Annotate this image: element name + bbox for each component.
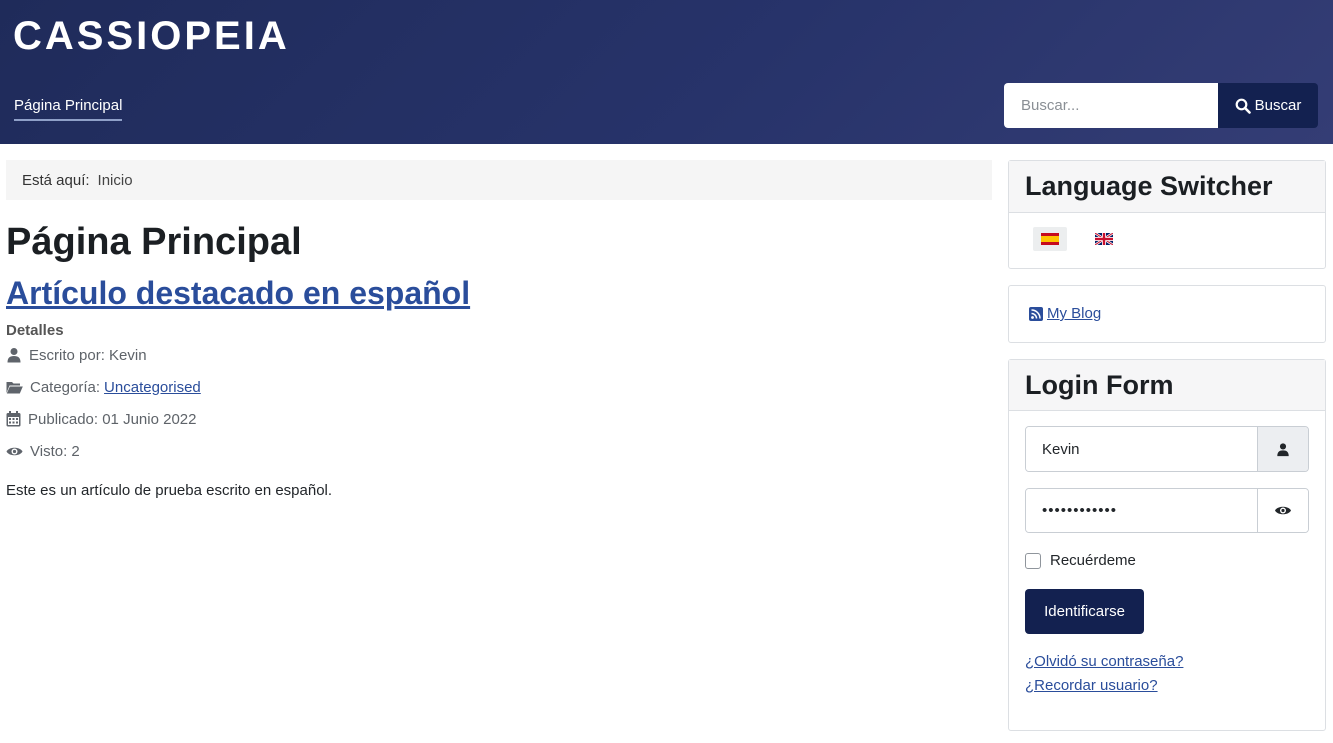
search-input[interactable] [1004,83,1219,128]
blog-link-row: My Blog [1029,305,1101,322]
site-brand[interactable]: CASSIOPEIA [13,14,290,58]
meta-views-text: Visto: 2 [30,442,80,460]
language-switcher-title: Language Switcher [1009,161,1325,213]
breadcrumb: Está aquí: Inicio [6,160,992,200]
meta-category: Categoría: Uncategorised [6,376,201,398]
remember-me-row: Recuérdeme [1025,552,1136,569]
forgot-username-link[interactable]: ¿Recordar usuario? [1025,677,1158,694]
search-button[interactable]: Buscar [1218,83,1318,128]
meta-category-label: Categoría: [30,378,101,396]
details-label: Detalles [6,322,64,339]
eye-icon [6,447,23,455]
breadcrumb-item-home: Inicio [97,171,133,189]
password-input[interactable] [1026,489,1257,532]
page-title: Página Principal [6,221,302,263]
user-icon [1277,442,1289,456]
login-button[interactable]: Identificarse [1025,589,1144,634]
category-link[interactable]: Uncategorised [104,379,201,396]
eye-icon [1275,506,1291,515]
language-switcher-card: Language Switcher [1008,160,1326,269]
article-body: Este es un artículo de prueba escrito en… [6,482,333,499]
username-addon [1257,427,1308,471]
my-blog-link[interactable]: My Blog [1047,305,1101,322]
login-form-title: Login Form [1009,360,1325,411]
flag-es-icon [1041,233,1059,245]
meta-published: Publicado: 01 Junio 2022 [6,408,196,430]
username-field [1025,426,1309,472]
site-header: CASSIOPEIA Página Principal Buscar [0,0,1333,144]
username-input[interactable] [1026,427,1257,471]
calendar-icon [6,411,21,427]
search-icon [1235,98,1251,114]
meta-views: Visto: 2 [6,440,80,462]
rss-icon [1029,306,1043,321]
show-password-toggle[interactable] [1257,489,1308,532]
user-icon [7,348,21,363]
search-button-label: Buscar [1254,97,1302,114]
meta-author-text: Escrito por: Kevin [29,346,147,364]
flag-gb-icon [1095,233,1113,245]
language-option-es[interactable] [1033,227,1067,251]
article-title-link[interactable]: Artículo destacado en español [6,272,470,314]
remember-me-checkbox[interactable] [1025,552,1041,569]
folder-icon [6,381,23,393]
nav-item-home[interactable]: Página Principal [14,96,123,121]
password-field [1025,488,1309,533]
remember-me-label: Recuérdeme [1050,552,1136,569]
language-option-gb[interactable] [1087,227,1121,251]
forgot-password-link[interactable]: ¿Olvidó su contraseña? [1025,653,1183,670]
login-form-card: Login Form Recuérdeme Identificarse ¿Olv… [1008,359,1326,731]
meta-author: Escrito por: Kevin [6,344,147,366]
meta-published-text: Publicado: 01 Junio 2022 [28,410,197,428]
blog-card: My Blog [1008,285,1326,343]
breadcrumb-label: Está aquí: [22,171,90,189]
